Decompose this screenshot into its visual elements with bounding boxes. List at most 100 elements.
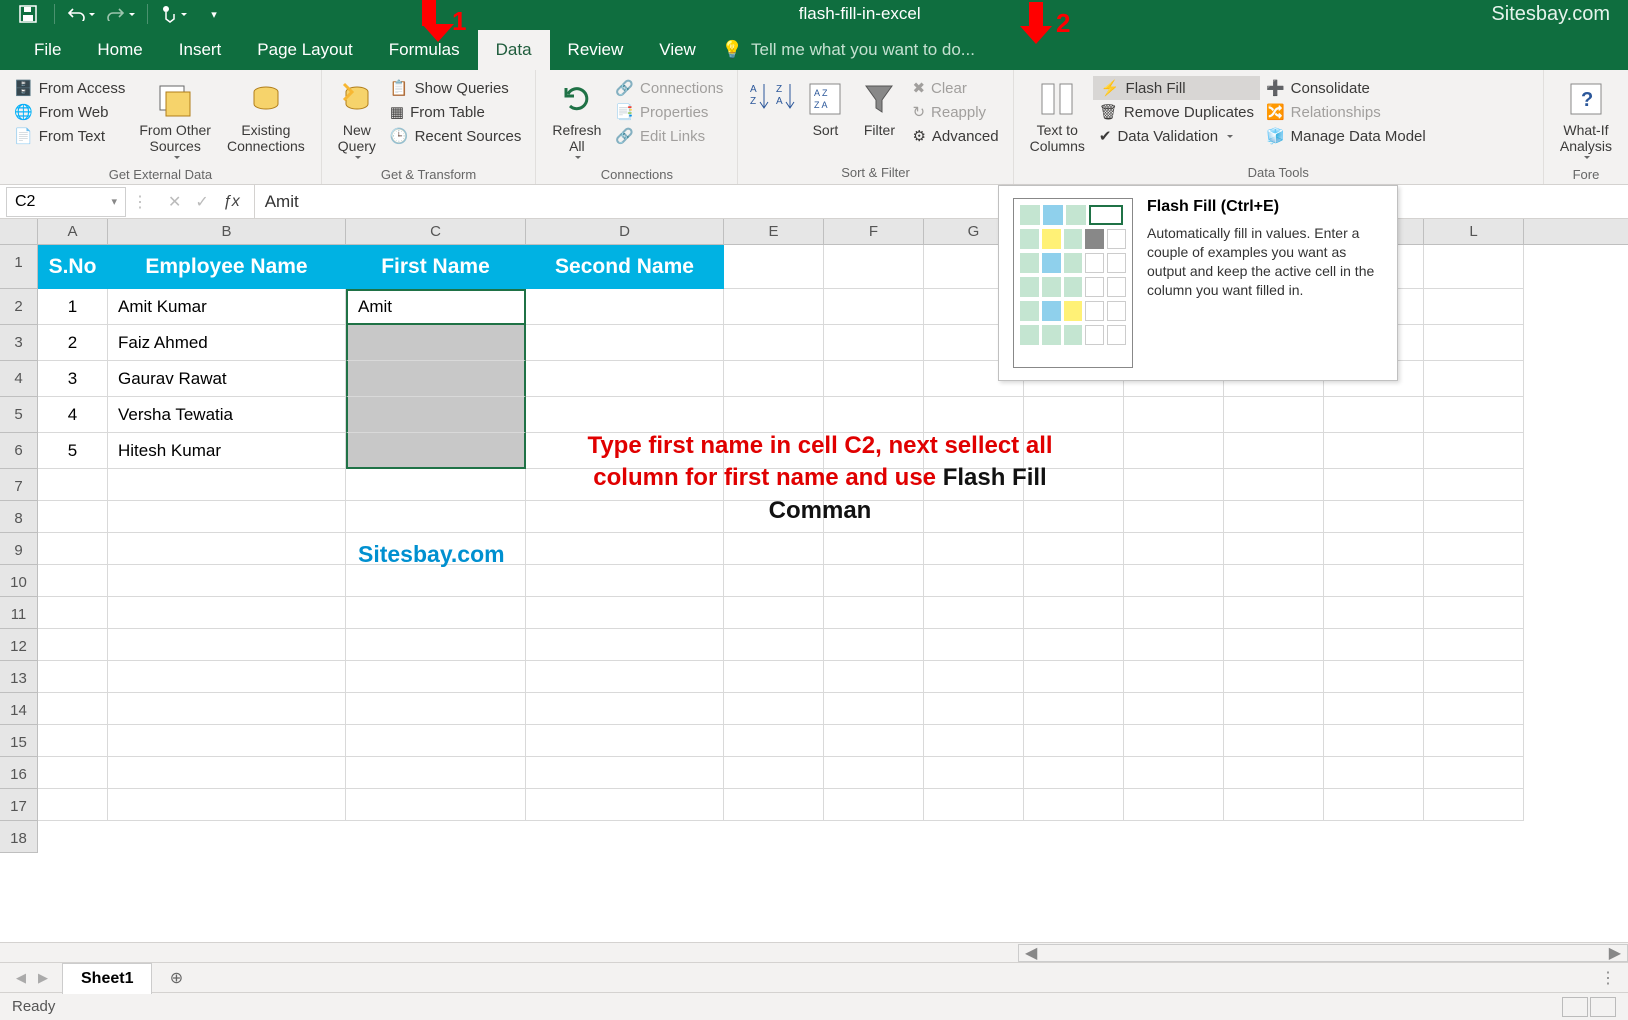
cell[interactable]: [824, 361, 924, 397]
cell[interactable]: [346, 469, 526, 501]
cell[interactable]: [1424, 597, 1524, 629]
cell-sno[interactable]: 3: [38, 361, 108, 397]
column-header[interactable]: E: [724, 219, 824, 244]
cell[interactable]: [1324, 565, 1424, 597]
column-header[interactable]: C: [346, 219, 526, 244]
refresh-all-button[interactable]: Refresh All: [544, 76, 609, 164]
cell[interactable]: [1424, 397, 1524, 433]
cell[interactable]: [924, 789, 1024, 821]
cell[interactable]: [108, 725, 346, 757]
row-header[interactable]: 3: [0, 325, 38, 361]
cell[interactable]: [108, 597, 346, 629]
cell[interactable]: [824, 789, 924, 821]
cell[interactable]: [526, 789, 724, 821]
fx-icon[interactable]: ƒx: [223, 193, 240, 211]
cell[interactable]: [1124, 501, 1224, 533]
scroll-right-icon[interactable]: ▶: [1603, 943, 1627, 963]
cell[interactable]: [724, 725, 824, 757]
cell-first-name[interactable]: [346, 397, 526, 433]
cell[interactable]: [1324, 533, 1424, 565]
cell-first-name[interactable]: Amit: [346, 289, 526, 325]
cell[interactable]: [108, 693, 346, 725]
cell[interactable]: [724, 361, 824, 397]
cell[interactable]: [724, 789, 824, 821]
cell[interactable]: [108, 629, 346, 661]
cell[interactable]: [1324, 789, 1424, 821]
connections-button[interactable]: 🔗Connections: [609, 76, 729, 100]
sheet-nav[interactable]: ◀▶: [16, 970, 62, 986]
cell[interactable]: [1124, 397, 1224, 433]
cell[interactable]: [1224, 501, 1324, 533]
relationships-button[interactable]: 🔀Relationships: [1260, 100, 1432, 124]
cell[interactable]: [1424, 565, 1524, 597]
cell[interactable]: [724, 565, 824, 597]
cell[interactable]: [1424, 693, 1524, 725]
cell[interactable]: [346, 789, 526, 821]
cell[interactable]: [724, 533, 824, 565]
enter-icon[interactable]: ✓: [195, 192, 208, 212]
cell[interactable]: [724, 325, 824, 361]
cell-first-name[interactable]: [346, 433, 526, 469]
cell[interactable]: [526, 629, 724, 661]
cell[interactable]: [1024, 397, 1124, 433]
cell-sno[interactable]: 5: [38, 433, 108, 469]
cell[interactable]: [1324, 501, 1424, 533]
cell[interactable]: [1224, 597, 1324, 629]
edit-links-button[interactable]: 🔗Edit Links: [609, 124, 729, 148]
header-employee-name[interactable]: Employee Name: [108, 245, 346, 289]
text-to-columns-button[interactable]: Text to Columns: [1022, 76, 1093, 158]
cell[interactable]: [924, 397, 1024, 433]
cell[interactable]: [1124, 757, 1224, 789]
header-sno[interactable]: S.No: [38, 245, 108, 289]
cell[interactable]: [1424, 361, 1524, 397]
cell[interactable]: [1124, 789, 1224, 821]
cell[interactable]: [1224, 469, 1324, 501]
cell[interactable]: [38, 597, 108, 629]
cell[interactable]: [1424, 725, 1524, 757]
cell[interactable]: [824, 757, 924, 789]
cell[interactable]: [38, 501, 108, 533]
sheet-tab-sheet1[interactable]: Sheet1: [62, 963, 152, 994]
tab-vdots-icon[interactable]: ⋮: [1600, 968, 1628, 988]
row-header[interactable]: 11: [0, 597, 38, 629]
cell[interactable]: [108, 533, 346, 565]
cell[interactable]: [724, 693, 824, 725]
cell[interactable]: [824, 397, 924, 433]
cell[interactable]: [1324, 661, 1424, 693]
data-validation-button[interactable]: ✔Data Validation: [1093, 124, 1260, 148]
row-header[interactable]: 7: [0, 469, 38, 501]
formula-input[interactable]: Amit: [255, 192, 1628, 212]
cell[interactable]: [1324, 693, 1424, 725]
tell-me-search[interactable]: 💡 Tell me what you want to do...: [722, 40, 975, 70]
cell[interactable]: [108, 565, 346, 597]
row-header[interactable]: 17: [0, 789, 38, 821]
cell[interactable]: [724, 245, 824, 289]
cell[interactable]: [108, 469, 346, 501]
cell[interactable]: [1124, 693, 1224, 725]
column-header[interactable]: L: [1424, 219, 1524, 244]
row-header[interactable]: 4: [0, 361, 38, 397]
cell[interactable]: [1124, 725, 1224, 757]
remove-duplicates-button[interactable]: 🗑Remove Duplicates: [1093, 100, 1260, 124]
cell[interactable]: [1424, 433, 1524, 469]
cell[interactable]: [1024, 597, 1124, 629]
cell[interactable]: [38, 661, 108, 693]
new-query-button[interactable]: New Query: [330, 76, 384, 164]
cell[interactable]: [1424, 289, 1524, 325]
cell[interactable]: [1324, 725, 1424, 757]
cell-employee-name[interactable]: Versha Tewatia: [108, 397, 346, 433]
cell-second-name[interactable]: [526, 361, 724, 397]
cell-employee-name[interactable]: Gaurav Rawat: [108, 361, 346, 397]
cell[interactable]: [1324, 597, 1424, 629]
cell[interactable]: [1224, 533, 1324, 565]
cell[interactable]: [1024, 533, 1124, 565]
cell[interactable]: [824, 725, 924, 757]
redo-icon[interactable]: [107, 2, 135, 26]
row-header[interactable]: 9: [0, 533, 38, 565]
cell[interactable]: [724, 397, 824, 433]
cell-second-name[interactable]: [526, 325, 724, 361]
cell-second-name[interactable]: [526, 397, 724, 433]
cell[interactable]: [824, 629, 924, 661]
next-sheet-icon[interactable]: ▶: [38, 970, 48, 986]
cell[interactable]: [346, 565, 526, 597]
